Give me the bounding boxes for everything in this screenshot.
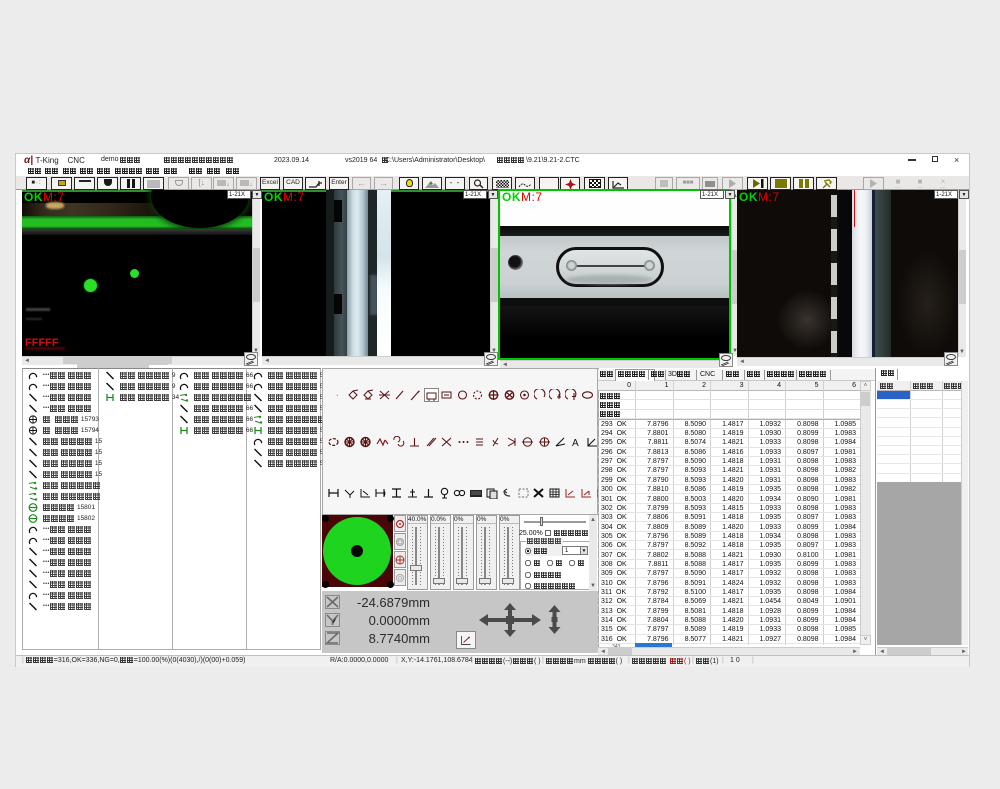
svg-text:A: A xyxy=(572,438,579,448)
